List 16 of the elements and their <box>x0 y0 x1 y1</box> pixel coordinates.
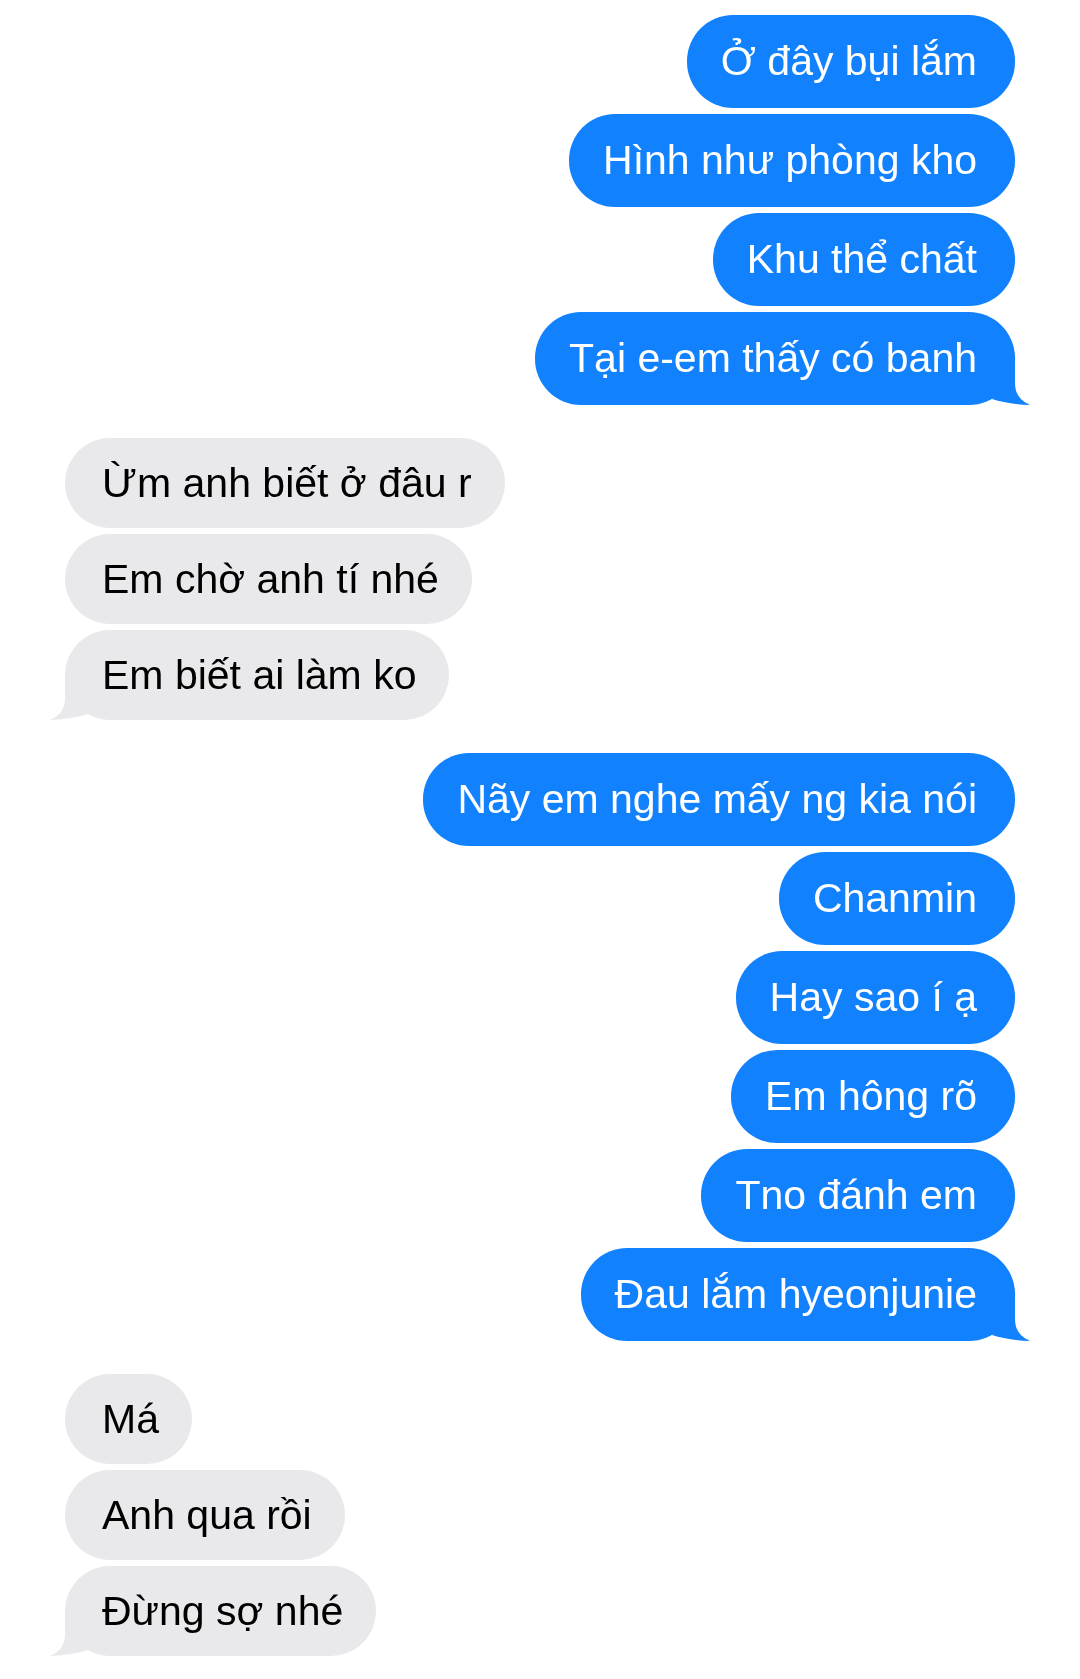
message-bubble: Đừng sợ nhé <box>50 1566 377 1656</box>
message-bubble: Khu thể chất <box>712 213 1015 306</box>
message-bubble: Hay sao í ạ <box>735 951 1015 1044</box>
message-bubble: Tno đánh em <box>701 1149 1015 1242</box>
message-bubble: Em chờ anh tí nhé <box>65 534 472 624</box>
message-bubble: Đau lắm hyeonjunie <box>580 1248 1030 1341</box>
message-bubble: Em biết ai làm ko <box>50 630 450 720</box>
message-bubble: Anh qua rồi <box>65 1470 345 1560</box>
message-bubble: Hình như phòng kho <box>569 114 1015 207</box>
message-bubble: Tại e-em thấy có banh <box>535 312 1030 405</box>
message-bubble: Ừm anh biết ở đâu r <box>65 438 505 528</box>
message-bubble: Chanmin <box>778 852 1015 945</box>
message-bubble: Ở đây bụi lắm <box>686 15 1015 108</box>
message-bubble: Nãy em nghe mấy ng kia nói <box>423 753 1015 846</box>
message-bubble: Má <box>65 1374 192 1464</box>
message-bubble: Em hông rõ <box>731 1050 1015 1143</box>
